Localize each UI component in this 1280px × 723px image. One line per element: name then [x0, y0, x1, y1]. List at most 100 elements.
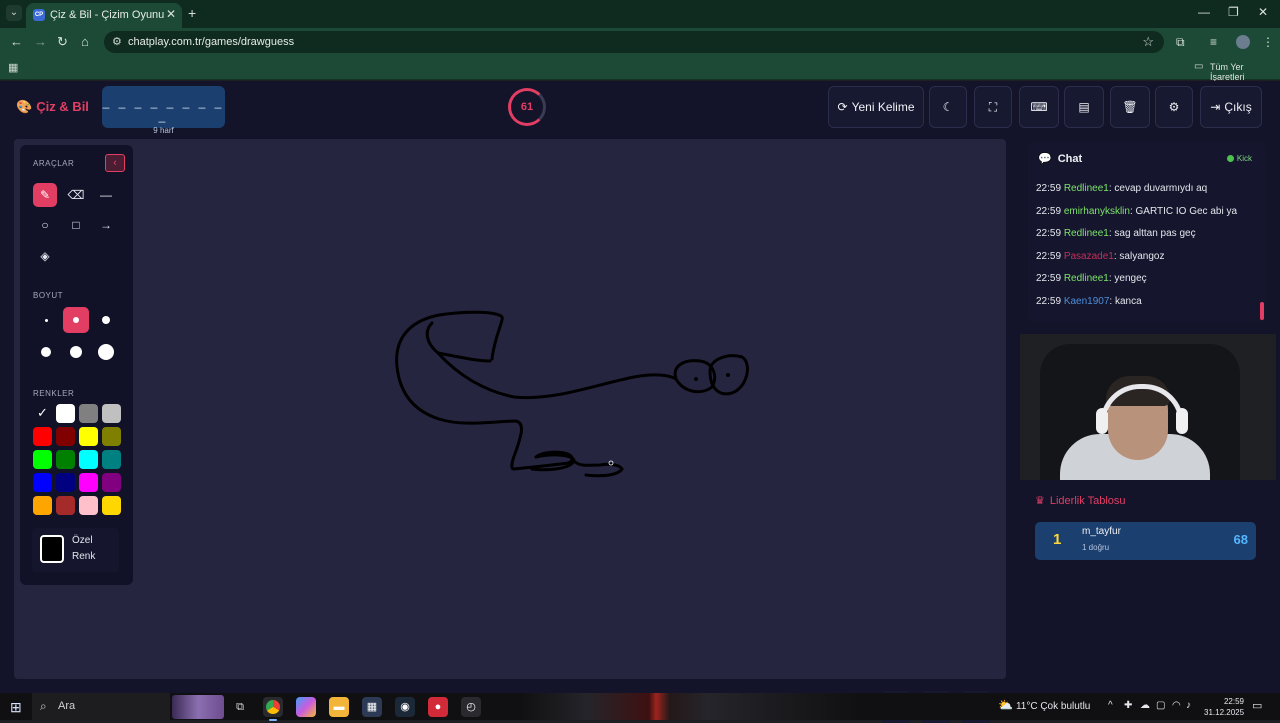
- color-swatch[interactable]: [33, 450, 52, 469]
- forward-icon[interactable]: →: [34, 34, 47, 49]
- file-explorer-icon[interactable]: ▬: [329, 697, 349, 717]
- message-user[interactable]: Pasazade1: [1064, 251, 1114, 262]
- clock-time: 22:59: [1223, 697, 1244, 706]
- eraser-tool[interactable]: ⌫: [64, 183, 88, 207]
- brush-tool[interactable]: ✎: [33, 183, 57, 207]
- menu-dots-icon[interactable]: ⋮: [1262, 35, 1274, 49]
- message-user[interactable]: Redlinee1: [1064, 228, 1109, 239]
- task-view-icon[interactable]: ⧉: [230, 697, 250, 717]
- store-icon[interactable]: ▦: [362, 697, 382, 717]
- chrome-taskbar-icon[interactable]: [263, 697, 283, 721]
- leaderboard-row: 1 m_tayfur 1 doğru 68: [1035, 522, 1256, 560]
- collapse-panel-button[interactable]: ‹: [105, 154, 125, 172]
- size-option-2[interactable]: [63, 307, 89, 333]
- notification-icon[interactable]: ▭: [1252, 699, 1262, 712]
- taskbar-search[interactable]: ⌕ Ara: [32, 693, 170, 720]
- clear-button[interactable]: 🗑: [1110, 86, 1150, 128]
- copilot-icon[interactable]: [296, 697, 316, 717]
- new-word-button[interactable]: ⟳ Yeni Kelime: [828, 86, 924, 128]
- weather-text: 11°C Çok bulutlu: [1015, 701, 1091, 712]
- color-swatch[interactable]: [102, 473, 121, 492]
- message-user[interactable]: Redlinee1: [1064, 273, 1109, 284]
- minimize-icon[interactable]: —: [1198, 5, 1210, 19]
- reload-icon[interactable]: ↻: [57, 34, 68, 50]
- line-tool[interactable]: —: [94, 183, 118, 207]
- rectangle-tool[interactable]: □: [64, 213, 88, 237]
- settings-button[interactable]: ⚙: [1155, 86, 1193, 128]
- color-swatch[interactable]: [56, 450, 75, 469]
- color-swatch[interactable]: [79, 404, 98, 423]
- color-swatch[interactable]: [79, 496, 98, 515]
- exit-button[interactable]: ⇥ Çıkış: [1200, 86, 1262, 128]
- drawing-canvas[interactable]: ↶ ↷ 🗑: [14, 139, 1006, 723]
- fullscreen-button[interactable]: ⛶: [974, 86, 1012, 128]
- tab-search-dropdown[interactable]: ⌄: [6, 5, 22, 21]
- site-info-icon[interactable]: ⚙: [112, 35, 122, 48]
- color-swatch[interactable]: [102, 450, 121, 469]
- color-swatch[interactable]: [102, 404, 121, 423]
- letter-count: 9 harf: [153, 126, 174, 135]
- message-user[interactable]: Redlinee1: [1064, 183, 1109, 194]
- taskbar-clock[interactable]: 22:59 31.12.2025: [1204, 696, 1244, 718]
- message-user[interactable]: Kaen1907: [1064, 296, 1110, 307]
- color-swatch[interactable]: ✓: [33, 404, 52, 423]
- volume-icon[interactable]: ♪: [1186, 700, 1191, 711]
- chat-scrollbar[interactable]: [1260, 302, 1264, 320]
- colors-section-title: RENKLER: [33, 389, 75, 398]
- windows-start-icon[interactable]: ⊞: [10, 699, 22, 716]
- tray-chevron-icon[interactable]: ^: [1108, 700, 1113, 711]
- extensions-icon[interactable]: ⧉: [1176, 35, 1185, 50]
- tray-device-icon[interactable]: ▢: [1156, 700, 1165, 711]
- restore-icon[interactable]: ❐: [1228, 5, 1239, 19]
- chat-app-icon[interactable]: ●: [428, 697, 448, 717]
- message-user[interactable]: emirhanyksklin: [1064, 206, 1130, 217]
- color-swatch[interactable]: [79, 450, 98, 469]
- new-tab-icon[interactable]: +: [188, 5, 196, 21]
- apps-grid-icon[interactable]: ▦: [8, 61, 18, 74]
- color-swatch[interactable]: [33, 427, 52, 446]
- dark-mode-button[interactable]: ☾: [929, 86, 967, 128]
- fill-tool[interactable]: ◈: [33, 244, 57, 268]
- color-swatch[interactable]: [33, 473, 52, 492]
- weather-widget[interactable]: ⛅ 11°C Çok bulutlu: [998, 698, 1090, 712]
- circle-icon: ○: [41, 218, 49, 232]
- search-icon: ⌕: [40, 699, 47, 713]
- url-field[interactable]: ⚙ chatplay.com.tr/games/drawguess ☆: [104, 31, 1164, 53]
- back-icon[interactable]: ←: [10, 34, 23, 49]
- color-swatch[interactable]: [102, 496, 121, 515]
- wifi-icon[interactable]: ◠: [1172, 700, 1181, 711]
- circle-tool[interactable]: ○: [33, 213, 57, 237]
- color-swatch[interactable]: [56, 473, 75, 492]
- color-swatch[interactable]: [56, 496, 75, 515]
- media-icon[interactable]: ≡: [1210, 35, 1217, 49]
- color-swatch[interactable]: [56, 427, 75, 446]
- size-option-4[interactable]: [33, 339, 59, 365]
- tray-cloud-icon[interactable]: ☁: [1140, 700, 1150, 711]
- size-option-6[interactable]: [93, 339, 119, 365]
- window-close-icon[interactable]: ✕: [1258, 5, 1268, 19]
- color-swatch[interactable]: [33, 496, 52, 515]
- size-option-5[interactable]: [63, 339, 89, 365]
- arrow-tool[interactable]: →: [94, 213, 118, 237]
- bookmark-star-icon[interactable]: ☆: [1142, 34, 1154, 50]
- steam-icon[interactable]: ◉: [395, 697, 415, 717]
- close-tab-icon[interactable]: ✕: [166, 7, 176, 21]
- chat-messages[interactable]: 22:59 Redlinee1: cevap duvarmıydı aq 22:5…: [1036, 183, 1258, 318]
- browser-tab[interactable]: CP Çiz & Bil - Çizim Oyunu ✕: [26, 3, 182, 28]
- keyboard-button[interactable]: ⌨: [1019, 86, 1059, 128]
- size-option-3[interactable]: [93, 307, 119, 333]
- color-swatch[interactable]: [102, 427, 121, 446]
- color-swatch[interactable]: [79, 473, 98, 492]
- size-option-1[interactable]: [33, 307, 59, 333]
- rectangle-icon: □: [72, 218, 80, 232]
- custom-color-button[interactable]: Özel Renk: [32, 528, 119, 572]
- search-highlight-image[interactable]: [172, 695, 224, 719]
- clock-app-icon[interactable]: ◴: [461, 697, 481, 717]
- all-bookmarks-link[interactable]: Tüm Yer İşaretleri: [1210, 62, 1280, 82]
- tray-app-icon[interactable]: ✚: [1124, 700, 1132, 711]
- profile-avatar[interactable]: [1236, 35, 1250, 49]
- home-icon[interactable]: ⌂: [81, 34, 89, 49]
- color-swatch[interactable]: [56, 404, 75, 423]
- color-swatch[interactable]: [79, 427, 98, 446]
- archive-button[interactable]: ▤: [1064, 86, 1104, 128]
